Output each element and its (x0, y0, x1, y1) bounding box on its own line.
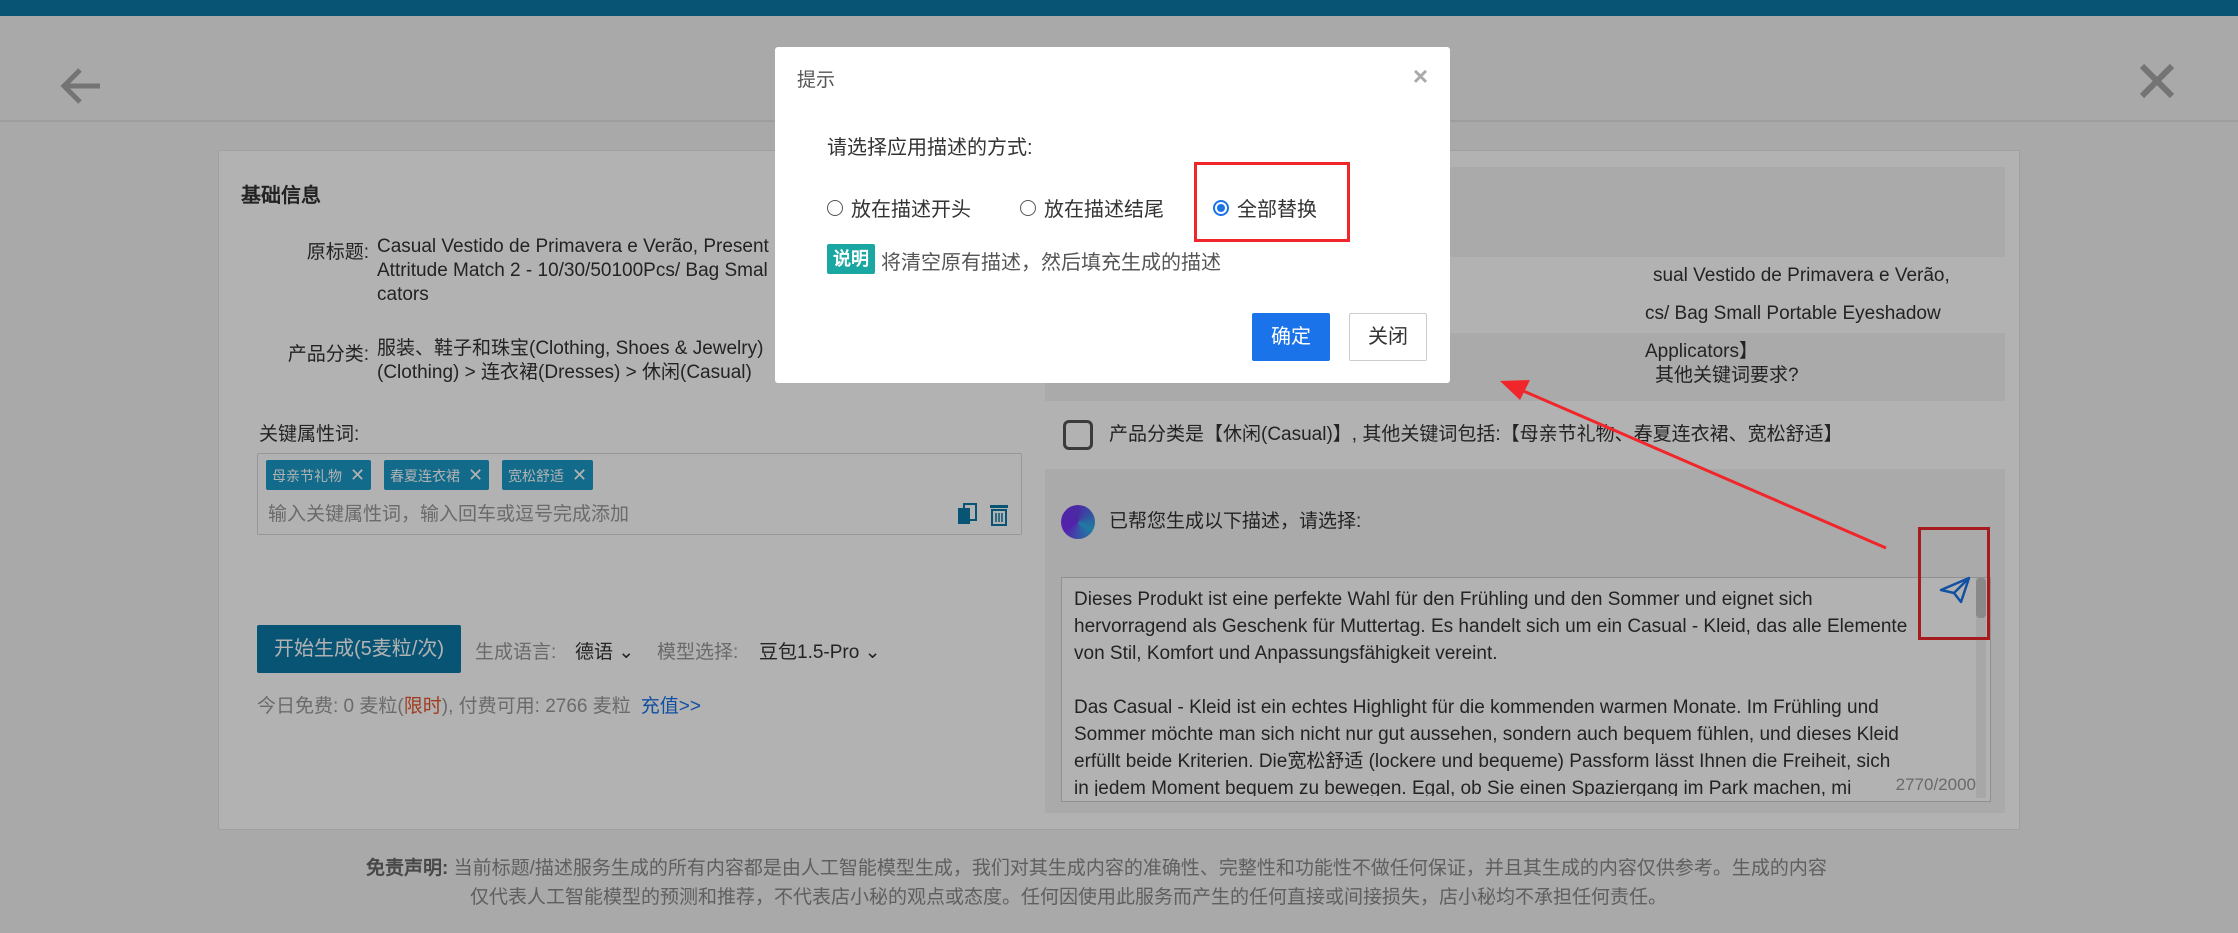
replace-all-highlight-box (1194, 162, 1350, 242)
radio-append[interactable]: 放在描述结尾 (1020, 193, 1164, 222)
radio-label: 放在描述开头 (851, 199, 971, 221)
confirm-button[interactable]: 确定 (1252, 313, 1330, 361)
dialog-title: 提示 (797, 70, 836, 91)
dialog-prompt: 请选择应用描述的方式: (827, 137, 1033, 159)
apply-method-dialog: 提示 × 请选择应用描述的方式: 放在描述开头 放在描述结尾 全部替换 说明 将… (775, 47, 1450, 383)
radio-prepend[interactable]: 放在描述开头 (827, 193, 971, 222)
dialog-close-icon[interactable]: × (1413, 61, 1428, 92)
radio-label: 放在描述结尾 (1044, 199, 1164, 221)
radio-button[interactable] (827, 199, 843, 216)
radio-button[interactable] (1020, 199, 1036, 216)
note-text: 将清空原有描述，然后填充生成的描述 (881, 252, 1221, 274)
note-badge: 说明 (827, 244, 875, 274)
close-button[interactable]: 关闭 (1349, 313, 1427, 361)
